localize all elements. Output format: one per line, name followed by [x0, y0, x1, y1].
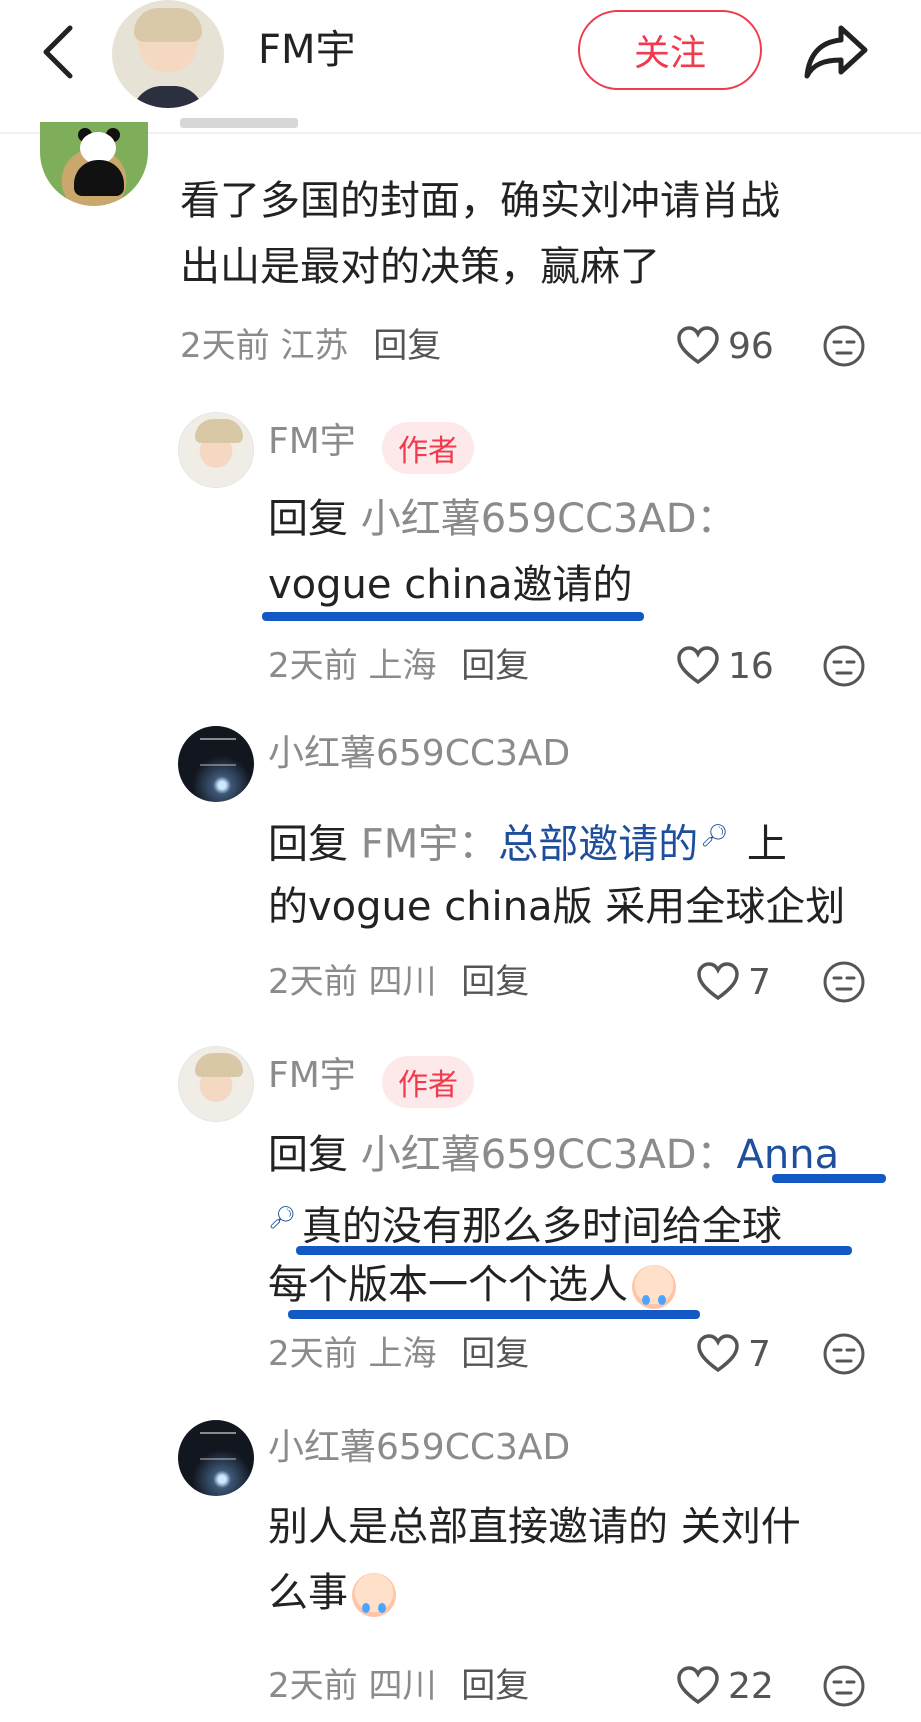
like-count: 7: [748, 961, 771, 1003]
comment-1: 看了多国的封面，确实刘冲请肖战 出山是最对的决策，赢麻了 2天前 江苏 回复 9…: [0, 122, 921, 372]
reply-target[interactable]: 小红薯659CC3AD：: [361, 496, 737, 542]
comment-2: FM宇 作者 回复 小红薯659CC3AD： vogue china邀请的 2天…: [0, 412, 921, 692]
comment-username[interactable]: FM宇: [268, 1052, 356, 1100]
comment-meta: 2天前 四川 回复: [268, 1662, 529, 1710]
like-count: 7: [748, 1333, 771, 1375]
meh-face-icon: [823, 1333, 865, 1375]
reply-keyword: 回复: [268, 496, 348, 542]
comment-time: 2天前: [268, 1334, 358, 1374]
like-button[interactable]: 7: [696, 958, 771, 1006]
comment-text-line: 回复 FM宇：总部邀请的🔎︎ 上: [268, 804, 787, 877]
author-avatar[interactable]: [112, 0, 224, 108]
comment-text-line: vogue china邀请的: [268, 562, 633, 608]
meh-face-icon: [823, 325, 865, 367]
comment-location: 四川: [368, 1666, 437, 1706]
comment-time: 2天前: [268, 962, 358, 1002]
comment-text-line: 出山是最对的决策，赢麻了: [180, 244, 660, 290]
comment-text-line: 的vogue china版 采用全球企划: [268, 884, 846, 930]
crying-emoji-icon: [352, 1573, 396, 1617]
heart-icon: [677, 646, 719, 685]
like-count: 96: [728, 325, 774, 367]
reply-button[interactable]: 回复: [461, 646, 529, 686]
comment-username[interactable]: 小红薯659CC3AD: [268, 730, 570, 778]
heart-icon: [697, 1334, 739, 1373]
top-bar: FM宇 关注: [0, 0, 921, 134]
commenter-avatar[interactable]: [178, 726, 254, 802]
comment-meta: 2天前 上海 回复: [268, 1330, 529, 1378]
like-count: 16: [728, 645, 774, 687]
meh-face-icon: [823, 645, 865, 687]
heart-icon: [677, 326, 719, 365]
like-button[interactable]: 96: [676, 322, 774, 370]
crying-emoji-icon: [632, 1265, 676, 1309]
author-badge: 作者: [382, 422, 474, 474]
like-button[interactable]: 7: [696, 1330, 771, 1378]
reply-keyword: 回复: [268, 1132, 348, 1178]
comment-location: 上海: [368, 1334, 437, 1374]
highlight-underline: [262, 612, 644, 621]
comment-text-line: 别人是总部直接邀请的 关刘什: [268, 1504, 801, 1550]
search-icon: 🔎︎: [700, 824, 729, 849]
commenter-avatar[interactable]: [178, 412, 254, 488]
comment-meta: 2天前 四川 回复: [268, 958, 529, 1006]
comment-text-fragment: 上: [746, 821, 787, 868]
comment-text-line: 看了多国的封面，确实刘冲请肖战: [180, 178, 780, 224]
search-icon: 🔎︎: [268, 1206, 296, 1231]
reply-target[interactable]: FM宇：: [361, 821, 499, 867]
highlight-underline: [772, 1174, 886, 1183]
reply-target[interactable]: 小红薯659CC3AD：: [361, 1132, 737, 1178]
comment-location: 四川: [368, 962, 437, 1002]
clipped-username: [180, 114, 300, 134]
comment-text-fragment: 每个版本一个个选人: [268, 1262, 628, 1308]
comment-text-line: 回复 小红薯659CC3AD：Anna: [268, 1122, 839, 1188]
comment-text-line: 每个版本一个个选人: [268, 1252, 676, 1318]
meh-face-icon: [823, 961, 865, 1003]
comment-3: 小红薯659CC3AD 回复 FM宇：总部邀请的🔎︎ 上 的vogue chin…: [0, 726, 921, 1026]
comment-time: 2天前: [268, 1666, 358, 1706]
comment-4: FM宇 作者 回复 小红薯659CC3AD：Anna 🔎︎ 真的没有那么多时间给全…: [0, 1046, 921, 1386]
chevron-left-icon: [43, 25, 73, 79]
author-name[interactable]: FM宇: [258, 22, 356, 78]
comment-location: 江苏: [280, 326, 349, 366]
back-button[interactable]: [28, 18, 88, 86]
commenter-avatar[interactable]: [178, 1420, 254, 1496]
author-badge: 作者: [382, 1056, 474, 1108]
like-button[interactable]: 16: [676, 642, 774, 690]
reaction-button[interactable]: [820, 1330, 868, 1378]
commenter-avatar[interactable]: [40, 122, 148, 206]
comment-username[interactable]: 小红薯659CC3AD: [268, 1424, 570, 1472]
reply-button[interactable]: 回复: [461, 1334, 529, 1374]
share-button[interactable]: [796, 14, 876, 90]
commenter-avatar[interactable]: [178, 1046, 254, 1122]
like-count: 22: [728, 1665, 774, 1707]
comment-text-line: 么事: [268, 1560, 396, 1626]
comment-text-fragment: 真的没有那么多时间给全球: [301, 1203, 782, 1250]
reaction-button[interactable]: [820, 642, 868, 690]
meh-face-icon: [823, 1665, 865, 1707]
reply-button[interactable]: 回复: [461, 962, 529, 1002]
search-keyword-link[interactable]: Anna: [737, 1132, 840, 1178]
comment-time: 2天前: [268, 646, 358, 686]
like-button[interactable]: 22: [676, 1662, 774, 1710]
reply-button[interactable]: 回复: [461, 1666, 529, 1706]
heart-icon: [697, 962, 739, 1001]
comment-text-line: 回复 小红薯659CC3AD：: [268, 486, 737, 552]
comment-text-fragment: 么事: [268, 1570, 348, 1616]
comment-meta: 2天前 江苏 回复: [180, 322, 441, 370]
reaction-button[interactable]: [820, 1662, 868, 1710]
highlight-underline: [288, 1310, 700, 1319]
reply-keyword: 回复: [268, 821, 348, 868]
heart-icon: [677, 1666, 719, 1705]
comment-location: 上海: [368, 646, 437, 686]
reaction-button[interactable]: [820, 322, 868, 370]
search-keyword-link[interactable]: 总部邀请的: [498, 821, 698, 867]
follow-button[interactable]: 关注: [578, 10, 762, 90]
reaction-button[interactable]: [820, 958, 868, 1006]
share-arrow-icon: [804, 25, 868, 79]
comment-time: 2天前: [180, 326, 270, 366]
comment-5: 小红薯659CC3AD 别人是总部直接邀请的 关刘什 么事 2天前 四川 回复 …: [0, 1420, 921, 1720]
comment-meta: 2天前 上海 回复: [268, 642, 529, 690]
comment-username[interactable]: FM宇: [268, 418, 356, 466]
reply-button[interactable]: 回复: [373, 326, 441, 366]
